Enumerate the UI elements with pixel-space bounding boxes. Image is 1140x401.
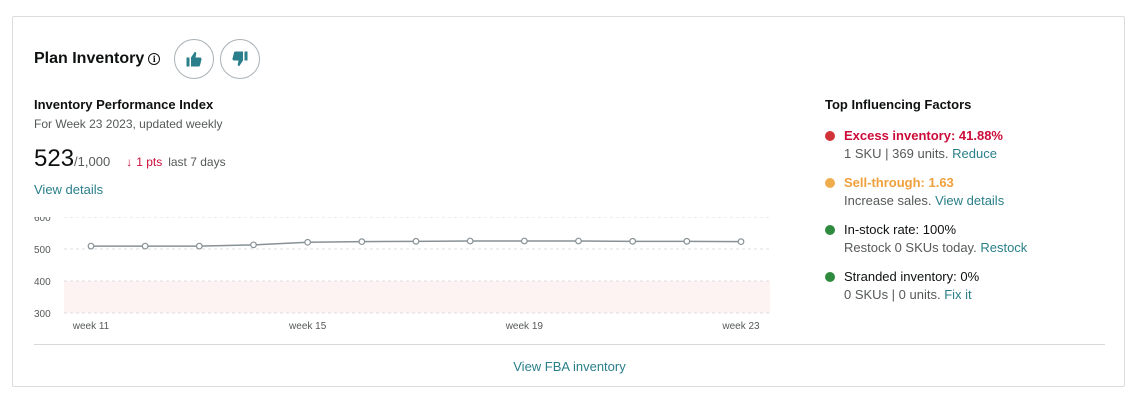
factor-desc-text: 1 SKU | 369 units. <box>844 146 949 161</box>
data-point <box>520 237 528 245</box>
influencing-factors: Top Influencing Factors Excess inventory… <box>825 97 1115 302</box>
factor-sell-through: Sell-through: 1.63 Increase sales. View … <box>825 175 1115 208</box>
thumbs-down-icon <box>232 51 248 67</box>
x-tick-label: week 15 <box>288 321 327 332</box>
card-title: Plan Inventory <box>34 50 145 67</box>
x-tick-label: week 11 <box>72 321 110 332</box>
factor-desc-text: Increase sales. <box>844 193 932 208</box>
view-details-link[interactable]: View details <box>34 182 103 197</box>
factor-title: Sell-through: 1.63 <box>844 175 954 190</box>
status-dot-icon <box>825 225 835 235</box>
score-change-period: last 7 days <box>168 155 226 169</box>
score-row: 523 /1,000 ↓ 1 pts last 7 days <box>34 145 774 173</box>
factor-desc: Restock 0 SKUs today. Restock <box>844 240 1115 255</box>
restock-link[interactable]: Restock <box>980 240 1027 255</box>
thumbs-down-button[interactable] <box>220 39 261 79</box>
ipi-title: Inventory Performance Index <box>34 97 214 112</box>
factor-desc: Increase sales. View details <box>844 193 1115 208</box>
status-dot-icon <box>825 131 835 141</box>
y-tick-label: 600 <box>34 217 51 224</box>
y-tick-label: 400 <box>34 277 51 288</box>
factor-in-stock-rate: In-stock rate: 100% Restock 0 SKUs today… <box>825 222 1115 255</box>
data-point <box>683 237 691 245</box>
data-point <box>141 242 149 250</box>
status-dot-icon <box>825 272 835 282</box>
ipi-score-max: /1,000 <box>74 154 111 169</box>
factor-desc-text: Restock 0 SKUs today. <box>844 240 977 255</box>
y-tick-label: 500 <box>34 245 51 256</box>
divider <box>34 344 1105 345</box>
data-point <box>575 237 582 245</box>
factor-title: In-stock rate: 100% <box>844 222 956 237</box>
factor-desc: 0 SKUs | 0 units. Fix it <box>844 287 1115 302</box>
risk-band <box>64 281 770 313</box>
plan-inventory-card: Plan Inventory i Inventory Performance I… <box>12 16 1125 387</box>
view-fba-inventory-link[interactable]: View FBA inventory <box>513 359 625 374</box>
x-tick-label: week 19 <box>505 321 544 332</box>
down-arrow-icon: ↓ <box>126 155 133 169</box>
ipi-subtitle: For Week 23 2023, updated weekly <box>34 117 223 131</box>
status-dot-icon <box>825 178 835 188</box>
factor-desc: 1 SKU | 369 units. Reduce <box>844 146 1115 161</box>
reduce-link[interactable]: Reduce <box>952 146 997 161</box>
data-point <box>87 242 95 250</box>
y-tick-label: 300 <box>34 309 51 320</box>
factor-title: Excess inventory: 41.88% <box>844 128 1003 143</box>
footer: View FBA inventory <box>13 359 1126 374</box>
data-point <box>250 241 257 249</box>
score-change: ↓ 1 pts <box>126 155 162 169</box>
card-header: Plan Inventory i <box>34 37 261 81</box>
ipi-score: 523 <box>34 145 75 172</box>
fix-it-link[interactable]: Fix it <box>944 287 971 302</box>
factors-title: Top Influencing Factors <box>825 97 972 112</box>
data-point <box>629 237 637 245</box>
view-details-sell-through-link[interactable]: View details <box>935 193 1004 208</box>
factor-excess-inventory: Excess inventory: 41.88% 1 SKU | 369 uni… <box>825 128 1115 161</box>
ipi-section: Inventory Performance Index For Week 23 … <box>34 97 774 199</box>
thumbs-up-icon <box>186 51 202 67</box>
data-point <box>358 238 366 246</box>
data-point <box>195 242 203 250</box>
ipi-line-chart: 600 500 400 300 week 11 week 15 week 19 week 23 <box>34 217 770 332</box>
data-point <box>304 238 312 246</box>
factor-title: Stranded inventory: 0% <box>844 269 980 284</box>
score-change-value: 1 pts <box>136 155 163 169</box>
data-point <box>737 238 745 246</box>
data-point <box>412 237 420 245</box>
factor-desc-text: 0 SKUs | 0 units. <box>844 287 941 302</box>
factor-stranded-inventory: Stranded inventory: 0% 0 SKUs | 0 units.… <box>825 269 1115 302</box>
info-icon[interactable]: i <box>148 53 161 65</box>
data-point <box>466 237 474 245</box>
thumbs-up-button[interactable] <box>174 39 215 79</box>
x-tick-label: week 23 <box>721 321 760 332</box>
